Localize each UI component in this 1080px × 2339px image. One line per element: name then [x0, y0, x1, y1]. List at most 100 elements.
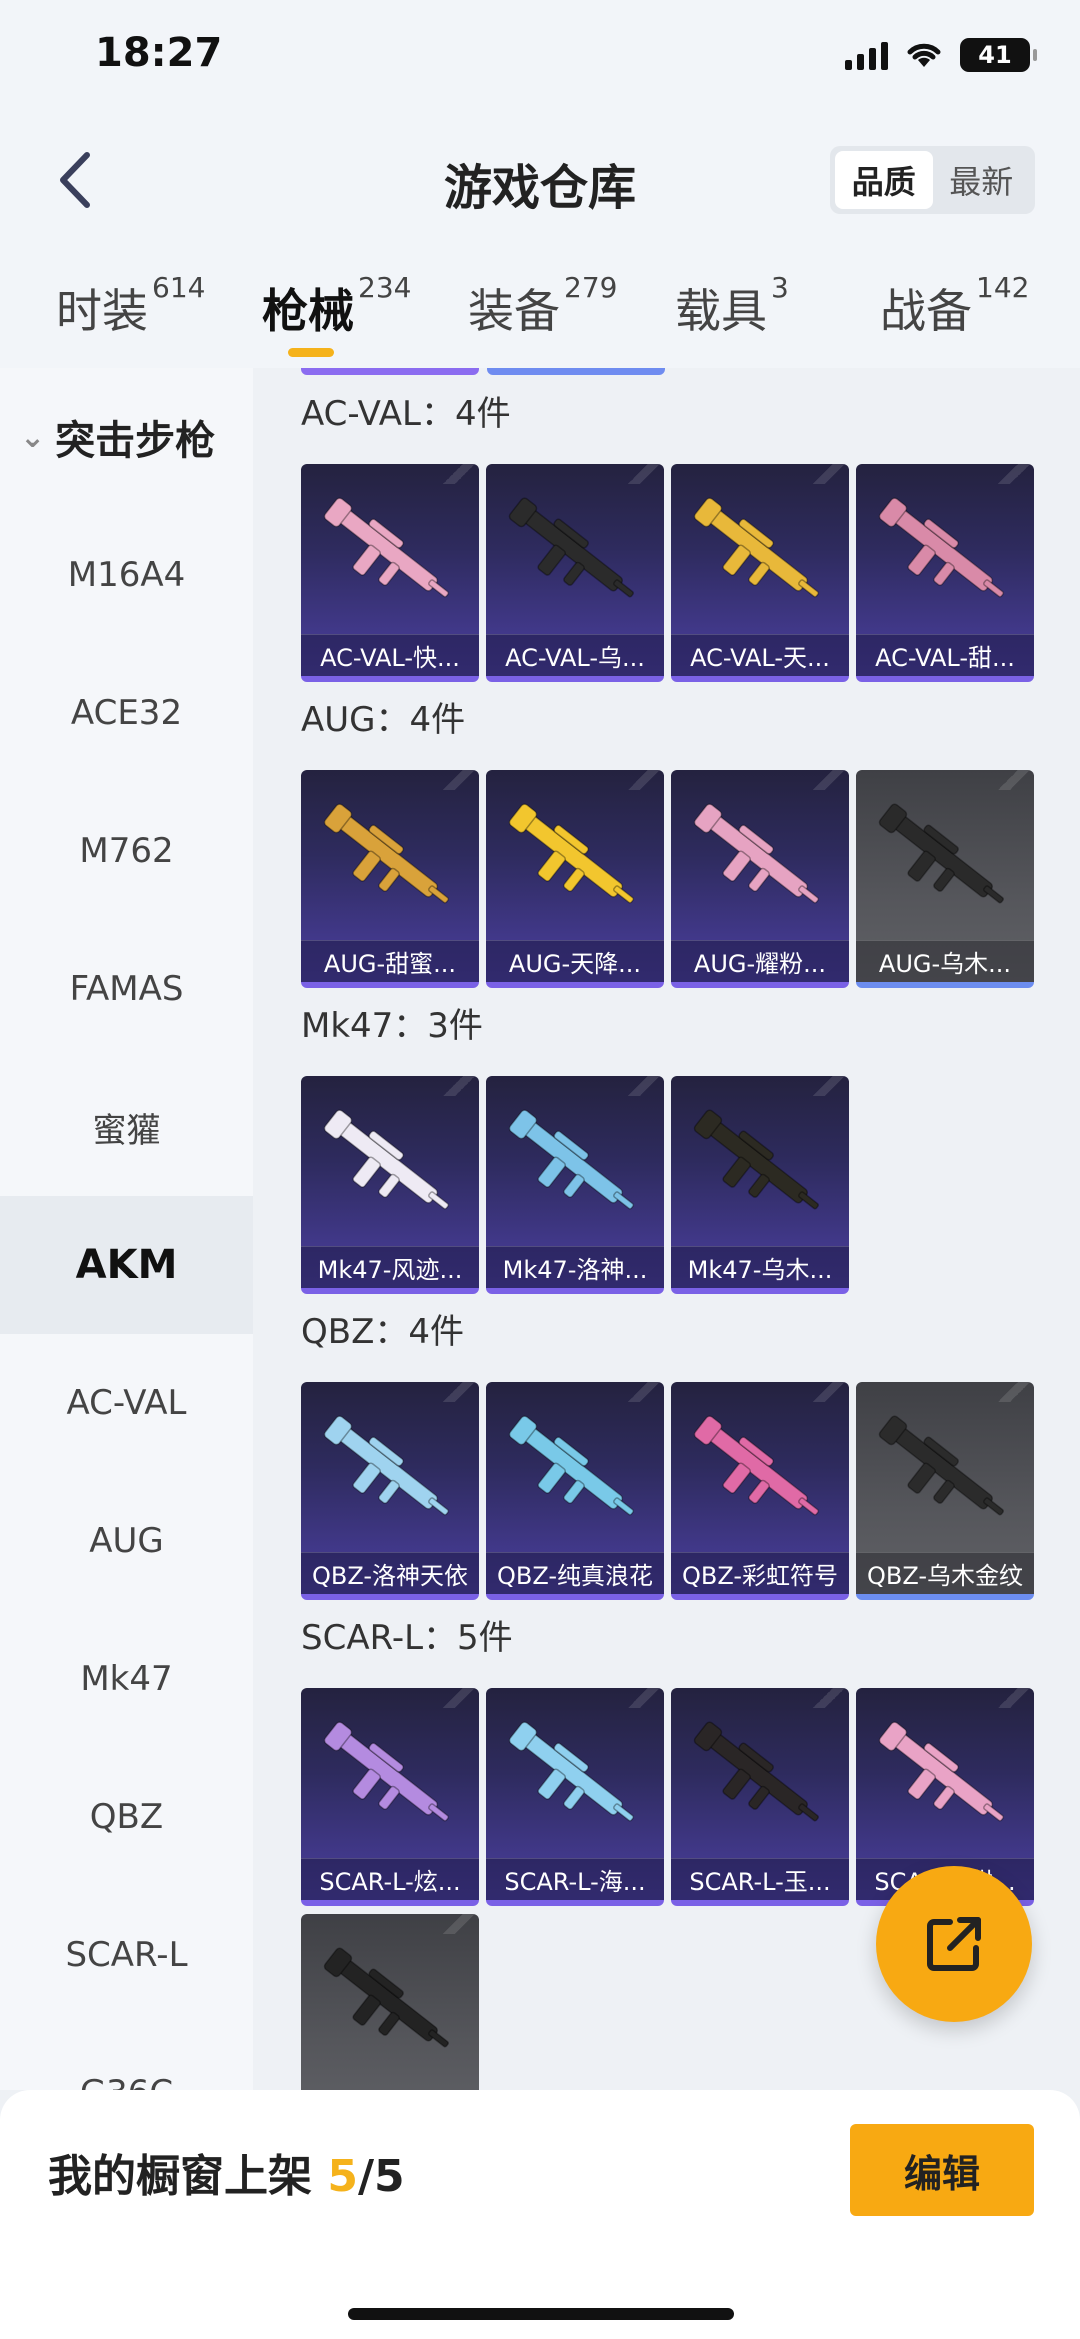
edit-button[interactable]: 编辑: [850, 2124, 1034, 2216]
showcase-status: 我的橱窗上架 5/5: [48, 2140, 405, 2204]
showcase-label: 我的橱窗上架: [48, 2151, 312, 2202]
sidebar-item-aug[interactable]: AUG: [0, 1472, 253, 1610]
share-external-icon: [927, 1917, 981, 1971]
tab-count: 142: [976, 270, 1030, 304]
weapon-card[interactable]: AC-VAL-乌...: [486, 464, 664, 682]
tab-equipment[interactable]: 装备 279: [468, 271, 617, 341]
rifle-icon: [693, 1721, 819, 1822]
weapon-name: SCAR-L-海...: [486, 1858, 664, 1900]
tab-count: 234: [358, 270, 412, 304]
weapon-card[interactable]: AUG-天降...: [486, 770, 664, 988]
chevron-down-icon: ⌄: [20, 419, 46, 455]
weapon-name: AUG-耀粉...: [671, 940, 849, 982]
tab-label: 载具: [675, 284, 767, 338]
rifle-icon: [878, 803, 1004, 904]
group-title: SCAR-L：5件: [301, 1618, 513, 1658]
weapon-card[interactable]: [301, 1914, 479, 2090]
sidebar-item-scar-l[interactable]: SCAR-L: [0, 1886, 253, 2024]
rifle-icon: [323, 803, 449, 904]
battery-icon: 41: [960, 38, 1037, 72]
tab-count: 3: [771, 270, 789, 304]
sidebar-item-qbz[interactable]: QBZ: [0, 1748, 253, 1886]
share-button[interactable]: [876, 1866, 1032, 2022]
group-title: AUG：4件: [301, 700, 466, 740]
weapon-card-grid: QBZ-洛神天依 QBZ-纯真浪花 QBZ-彩虹符号 QBZ-乌木金纹: [301, 1382, 1061, 1600]
sidebar-item-honey-badger[interactable]: 蜜獾: [0, 1058, 253, 1196]
sidebar-item-ac-val[interactable]: AC-VAL: [0, 1334, 253, 1472]
weapon-card[interactable]: Mk47-风迹...: [301, 1076, 479, 1294]
tab-supplies[interactable]: 战备 142: [880, 271, 1029, 341]
weapon-card[interactable]: Mk47-洛神...: [486, 1076, 664, 1294]
weapon-card[interactable]: AC-VAL-甜...: [856, 464, 1034, 682]
rifle-icon: [508, 1415, 634, 1516]
wifi-icon: [907, 43, 941, 67]
weapon-card[interactable]: QBZ-纯真浪花: [486, 1382, 664, 1600]
group-title: AC-VAL：4件: [301, 394, 511, 434]
status-bar: 18:27 41: [0, 0, 1080, 110]
sidebar-item-famas[interactable]: FAMAS: [0, 920, 253, 1058]
sidebar-item-ace32[interactable]: ACE32: [0, 644, 253, 782]
weapon-sidebar: ⌄ 突击步枪 M16A4 ACE32 M762 FAMAS 蜜獾 AKM AC-…: [0, 368, 253, 2090]
rifle-icon: [693, 1415, 819, 1516]
header: 游戏仓库 品质 最新: [0, 110, 1080, 250]
weapon-name: QBZ-纯真浪花: [486, 1552, 664, 1594]
weapon-name: AC-VAL-天...: [671, 634, 849, 676]
rifle-icon: [878, 497, 1004, 598]
weapon-card-grid: AUG-甜蜜... AUG-天降... AUG-耀粉... AUG-乌木...: [301, 770, 1061, 988]
weapon-name: SCAR-L-炫...: [301, 1858, 479, 1900]
sort-quality-button[interactable]: 品质: [835, 151, 933, 209]
showcase-current: 5: [327, 2151, 358, 2202]
weapon-name: AC-VAL-甜...: [856, 634, 1034, 676]
sidebar-item-g36c[interactable]: G36C: [0, 2024, 253, 2090]
rifle-icon: [693, 497, 819, 598]
sort-toggle: 品质 最新: [830, 146, 1035, 214]
tab-label: 战备: [880, 284, 972, 338]
weapon-card[interactable]: SCAR-L-玉...: [671, 1688, 849, 1906]
sidebar-item-m16a4[interactable]: M16A4: [0, 506, 253, 644]
rifle-icon: [693, 803, 819, 904]
status-icons: 41: [845, 38, 1037, 72]
weapon-name: QBZ-彩虹符号: [671, 1552, 849, 1594]
tab-fashion[interactable]: 时装 614: [56, 271, 205, 341]
sidebar-item-m762[interactable]: M762: [0, 782, 253, 920]
tab-vehicles[interactable]: 载具 3: [675, 271, 789, 341]
signal-icon: [845, 40, 888, 70]
sidebar-category[interactable]: ⌄ 突击步枪: [0, 368, 253, 506]
rifle-icon: [878, 1415, 1004, 1516]
weapon-group: AC-VAL：4件 AC-VAL-快... AC-VAL-乌... AC-VAL-天.…: [301, 388, 1061, 682]
weapon-card[interactable]: AC-VAL-天...: [671, 464, 849, 682]
weapon-card[interactable]: AUG-耀粉...: [671, 770, 849, 988]
tab-label: 装备: [468, 284, 560, 338]
category-tabs: 时装 614 枪械 234 装备 279 载具 3 战备 142: [0, 250, 1080, 368]
sidebar-item-mk47[interactable]: Mk47: [0, 1610, 253, 1748]
rifle-icon: [508, 497, 634, 598]
tab-firearms[interactable]: 枪械 234: [262, 271, 411, 341]
sidebar-category-label: 突击步枪: [55, 418, 216, 464]
rifle-icon: [323, 1415, 449, 1516]
weapon-name: SCAR-L-玉...: [671, 1858, 849, 1900]
weapon-card[interactable]: SCAR-L-炫...: [301, 1688, 479, 1906]
weapon-name: QBZ-乌木金纹: [856, 1552, 1034, 1594]
tab-count: 614: [152, 270, 206, 304]
weapon-card[interactable]: AUG-乌木...: [856, 770, 1034, 988]
weapon-card[interactable]: QBZ-洛神天依: [301, 1382, 479, 1600]
weapon-card[interactable]: QBZ-乌木金纹: [856, 1382, 1034, 1600]
weapon-card[interactable]: Mk47-乌木...: [671, 1076, 849, 1294]
sidebar-item-akm[interactable]: AKM: [0, 1196, 253, 1334]
weapon-name: Mk47-乌木...: [671, 1246, 849, 1288]
weapon-card[interactable]: SCAR-L-海...: [486, 1688, 664, 1906]
weapon-name: AUG-天降...: [486, 940, 664, 982]
rifle-icon: [508, 803, 634, 904]
weapon-card[interactable]: AUG-甜蜜...: [301, 770, 479, 988]
rifle-icon: [508, 1721, 634, 1822]
group-title: QBZ：4件: [301, 1312, 465, 1352]
tab-count: 279: [564, 270, 618, 304]
weapon-content: AC-VAL：4件 AC-VAL-快... AC-VAL-乌... AC-VAL-天.…: [253, 368, 1080, 2090]
weapon-group: AUG：4件 AUG-甜蜜... AUG-天降... AUG-耀粉... AUG-乌木.…: [301, 694, 1061, 988]
tab-label: 时装: [56, 284, 148, 338]
sort-newest-button[interactable]: 最新: [933, 151, 1031, 209]
weapon-card[interactable]: QBZ-彩虹符号: [671, 1382, 849, 1600]
rifle-icon: [323, 1109, 449, 1210]
weapon-name: Mk47-洛神...: [486, 1246, 664, 1288]
weapon-card[interactable]: AC-VAL-快...: [301, 464, 479, 682]
